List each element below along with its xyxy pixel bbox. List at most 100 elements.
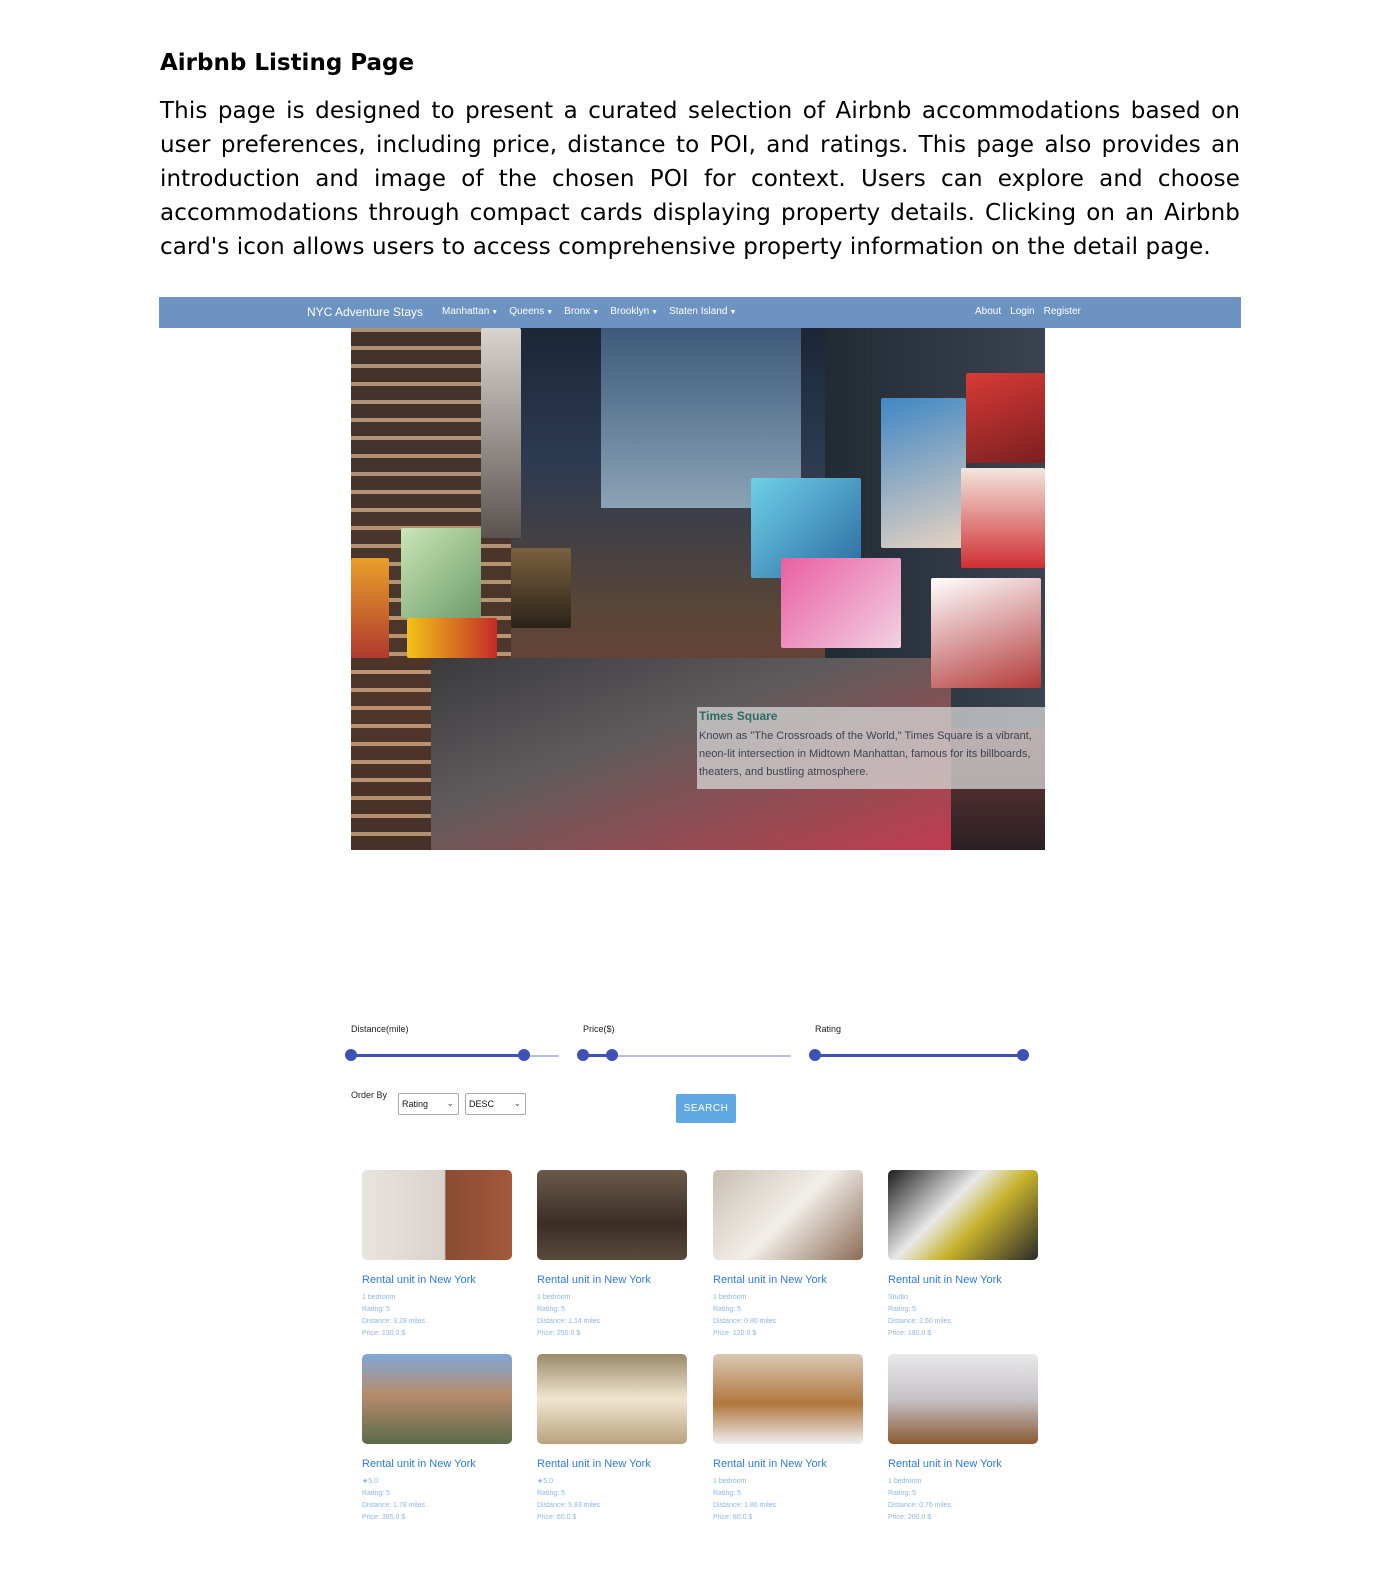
slider-max-handle[interactable] — [1017, 1049, 1029, 1061]
listing-rating: Rating: 5 — [888, 1490, 917, 1497]
nav-item-label: Bronx — [564, 306, 591, 317]
slider-min-handle[interactable] — [809, 1049, 821, 1061]
rating-range-slider[interactable] — [809, 1049, 1029, 1063]
listing-card[interactable]: Rental unit in New York ★5.0 Rating: 5 Dist… — [362, 1354, 512, 1534]
distance-range-slider[interactable] — [345, 1049, 559, 1063]
price-filter-label: Price($) — [583, 1024, 615, 1034]
hero-billboard — [966, 373, 1045, 463]
listing-subtitle: 1 bedroom — [537, 1294, 571, 1301]
listing-thumbnail[interactable] — [537, 1170, 687, 1260]
order-by-value: Rating — [402, 1099, 429, 1109]
hero-billboard — [511, 548, 571, 628]
listing-card[interactable]: Rental unit in New York Studio Rating: 5 Di… — [888, 1170, 1038, 1350]
listing-price: Price: 80.0 $ — [713, 1514, 753, 1521]
listing-title[interactable]: Rental unit in New York — [888, 1274, 1002, 1286]
listing-subtitle: 1 bedroom — [713, 1294, 747, 1301]
sort-direction-select[interactable]: DESC ⌄ — [465, 1093, 526, 1115]
navbar-brand[interactable]: NYC Adventure Stays — [307, 305, 423, 319]
listing-details: 1 bedroom Rating: 5 Distance: 1.86 miles Pr… — [713, 1476, 776, 1524]
listing-details: Studio Rating: 5 Distance: 2.60 miles Price… — [888, 1292, 951, 1340]
order-by-select[interactable]: Rating ⌄ — [398, 1093, 459, 1115]
listing-subtitle: ★5.0 — [537, 1478, 554, 1485]
listing-thumbnail[interactable] — [888, 1170, 1038, 1260]
listing-title[interactable]: Rental unit in New York — [713, 1274, 827, 1286]
nav-item-staten-island[interactable]: Staten Island ▼ — [669, 306, 736, 317]
listing-thumbnail[interactable] — [713, 1170, 863, 1260]
listing-title[interactable]: Rental unit in New York — [888, 1458, 1002, 1470]
poi-name: Times Square — [699, 709, 778, 723]
listing-distance: Distance: 5.83 miles — [537, 1502, 601, 1509]
hero-billboard — [881, 398, 966, 548]
listing-price: Price: 180.0 $ — [888, 1330, 932, 1337]
listing-card[interactable]: Rental unit in New York 1 bedroom Rating: … — [362, 1170, 512, 1350]
listing-details: 1 bedroom Rating: 5 Distance: 1.14 miles Pr… — [537, 1292, 600, 1340]
hero-billboard — [401, 528, 481, 618]
listing-title[interactable]: Rental unit in New York — [362, 1458, 476, 1470]
listing-distance: Distance: 3.28 miles — [362, 1318, 426, 1325]
slider-max-handle[interactable] — [606, 1049, 619, 1061]
listing-title[interactable]: Rental unit in New York — [537, 1274, 651, 1286]
listing-title[interactable]: Rental unit in New York — [713, 1458, 827, 1470]
caret-down-icon: ▼ — [651, 309, 659, 316]
chevron-down-icon: ⌄ — [446, 1098, 454, 1108]
listing-price: Price: 200.0 $ — [888, 1514, 932, 1521]
listing-thumbnail[interactable] — [888, 1354, 1038, 1444]
listing-thumbnail[interactable] — [362, 1170, 512, 1260]
search-button[interactable]: SEARCH — [676, 1094, 736, 1123]
poi-description: Known as "The Crossroads of the World," … — [699, 730, 1032, 778]
nav-link-about[interactable]: About — [975, 306, 1001, 317]
hero-billboard — [407, 618, 497, 658]
navbar-right: About Login Register — [975, 306, 1081, 317]
price-range-slider[interactable] — [577, 1049, 791, 1063]
hero-billboard — [781, 558, 901, 648]
slider-max-handle[interactable] — [517, 1049, 530, 1061]
nav-item-queens[interactable]: Queens ▼ — [509, 306, 553, 317]
hero-billboard — [481, 328, 521, 538]
caret-down-icon: ▼ — [491, 309, 499, 316]
listing-subtitle: Studio — [888, 1294, 908, 1301]
listing-title[interactable]: Rental unit in New York — [362, 1274, 476, 1286]
document-description: This page is designed to present a curat… — [160, 98, 1240, 260]
listing-title[interactable]: Rental unit in New York — [537, 1458, 651, 1470]
listing-thumbnail[interactable] — [713, 1354, 863, 1444]
listing-subtitle: 1 bedroom — [362, 1294, 396, 1301]
listing-price: Price: 250.0 $ — [537, 1330, 581, 1337]
slider-fill — [351, 1054, 524, 1057]
caret-down-icon: ▼ — [729, 309, 737, 316]
listing-rating: Rating: 5 — [713, 1306, 742, 1313]
slider-min-handle[interactable] — [345, 1049, 357, 1061]
nav-item-brooklyn[interactable]: Brooklyn ▼ — [610, 306, 658, 317]
order-by-label: Order By — [351, 1090, 388, 1100]
listing-distance: Distance: 0.76 miles — [888, 1502, 952, 1509]
listing-card[interactable]: Rental unit in New York ★5.0 Rating: 5 Dist… — [537, 1354, 687, 1534]
nav-link-login[interactable]: Login — [1010, 306, 1034, 317]
nav-item-manhattan[interactable]: Manhattan ▼ — [442, 306, 498, 317]
listing-details: 1 bedroom Rating: 5 Distance: 0.76 miles Pr… — [888, 1476, 951, 1524]
listing-rating: Rating: 5 — [537, 1306, 566, 1313]
nav-link-register[interactable]: Register — [1044, 306, 1081, 317]
listing-subtitle: ★5.0 — [362, 1478, 379, 1485]
listing-price: Price: 120.0 $ — [713, 1330, 757, 1337]
hero-billboard — [961, 468, 1045, 568]
listing-rating: Rating: 5 — [713, 1490, 742, 1497]
listing-card[interactable]: Rental unit in New York 1 bedroom Rating: … — [537, 1170, 687, 1350]
listing-details: 1 bedroom Rating: 5 Distance: 3.28 miles Pr… — [362, 1292, 425, 1340]
listing-card[interactable]: Rental unit in New York 1 bedroom Rating: … — [713, 1354, 863, 1534]
listing-details: ★5.0 Rating: 5 Distance: 1.78 miles Price: … — [362, 1476, 425, 1524]
listing-rating: Rating: 5 — [888, 1306, 917, 1313]
nav-item-label: Brooklyn — [610, 306, 650, 317]
nav-item-bronx[interactable]: Bronx ▼ — [564, 306, 599, 317]
listing-thumbnail[interactable] — [362, 1354, 512, 1444]
listing-thumbnail[interactable] — [537, 1354, 687, 1444]
document-title: Airbnb Listing Page — [160, 50, 415, 76]
slider-fill — [815, 1054, 1023, 1057]
listing-card[interactable]: Rental unit in New York 1 bedroom Rating: … — [888, 1354, 1038, 1534]
distance-filter-label: Distance(mile) — [351, 1024, 409, 1034]
listing-card[interactable]: Rental unit in New York 1 bedroom Rating: … — [713, 1170, 863, 1350]
listing-rating: Rating: 5 — [537, 1490, 566, 1497]
listing-distance: Distance: 1.78 miles — [362, 1502, 426, 1509]
slider-min-handle[interactable] — [577, 1049, 589, 1061]
sort-direction-value: DESC — [469, 1099, 495, 1109]
listing-subtitle: 1 bedroom — [713, 1478, 747, 1485]
listing-details: 1 bedroom Rating: 5 Distance: 0.80 miles Pr… — [713, 1292, 776, 1340]
